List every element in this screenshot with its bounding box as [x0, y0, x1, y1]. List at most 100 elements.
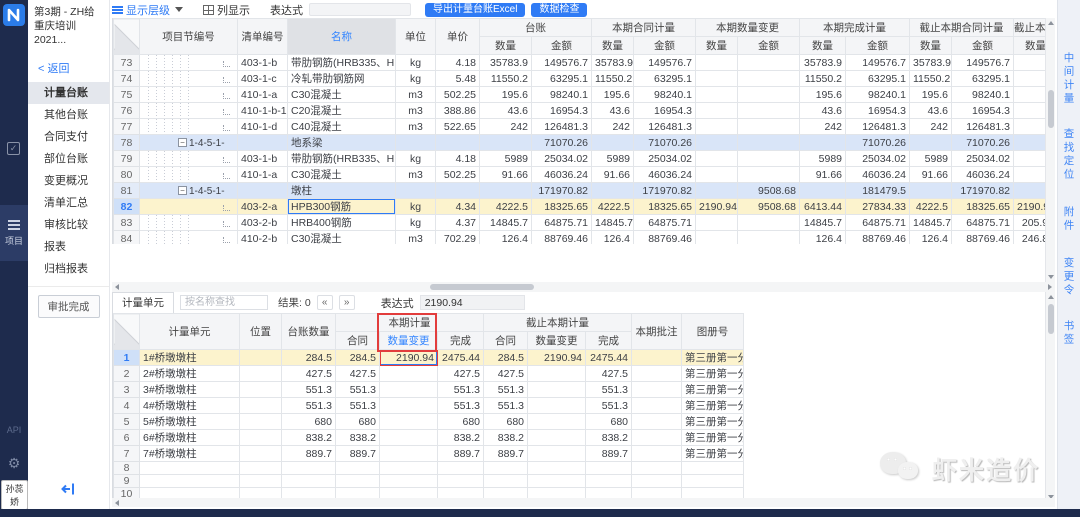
- export-excel-button[interactable]: 导出计量台账Excel: [425, 3, 525, 17]
- value-cell[interactable]: [240, 462, 282, 475]
- row-number[interactable]: 84: [114, 231, 140, 245]
- value-cell[interactable]: 9508.68: [738, 183, 800, 199]
- tree-cell[interactable]: [140, 119, 238, 135]
- tree-cell[interactable]: [140, 231, 238, 245]
- row-number[interactable]: 1: [114, 350, 140, 366]
- unit-name-cell[interactable]: [140, 475, 240, 488]
- unit-horizontal-scrollbar[interactable]: [112, 498, 1055, 507]
- value-cell[interactable]: 246.86: [1014, 231, 1046, 245]
- value-cell[interactable]: [632, 398, 682, 414]
- next-result-button[interactable]: »: [339, 295, 355, 310]
- name-cell[interactable]: C20混凝土: [288, 103, 396, 119]
- value-cell[interactable]: 4222.5: [592, 199, 634, 215]
- tree-cell[interactable]: [140, 87, 238, 103]
- value-cell[interactable]: 88769.46: [532, 231, 592, 245]
- name-cell[interactable]: 冷轧带肋钢筋网: [288, 71, 396, 87]
- value-cell[interactable]: 18325.65: [532, 199, 592, 215]
- code-cell[interactable]: 410-1-d: [238, 119, 288, 135]
- value-cell[interactable]: 680: [282, 414, 336, 430]
- value-cell[interactable]: 889.7: [438, 446, 484, 462]
- code-cell[interactable]: 403-2-a: [238, 199, 288, 215]
- value-cell[interactable]: 551.3: [336, 398, 380, 414]
- value-cell[interactable]: 71070.26: [952, 135, 1014, 151]
- value-cell[interactable]: [696, 183, 738, 199]
- unit-name-cell[interactable]: [140, 462, 240, 475]
- value-cell[interactable]: [528, 398, 586, 414]
- value-cell[interactable]: [910, 183, 952, 199]
- name-cell[interactable]: 带肋钢筋(HRB335、HRB400): [288, 55, 396, 71]
- sidebar-item-1[interactable]: 其他台账: [28, 104, 109, 126]
- value-cell[interactable]: [380, 430, 438, 446]
- value-cell[interactable]: 2475.44: [438, 350, 484, 366]
- unit-cell[interactable]: [396, 135, 436, 151]
- ledger-vertical-scrollbar[interactable]: [1045, 18, 1055, 282]
- value-cell[interactable]: 4.37: [436, 215, 480, 231]
- value-cell[interactable]: 889.7: [282, 446, 336, 462]
- value-cell[interactable]: 149576.7: [952, 55, 1014, 71]
- value-cell[interactable]: 25034.02: [952, 151, 1014, 167]
- value-cell[interactable]: [484, 462, 528, 475]
- row-number[interactable]: 75: [114, 87, 140, 103]
- unit-cell[interactable]: kg: [396, 55, 436, 71]
- value-cell[interactable]: 27834.33: [846, 199, 910, 215]
- tree-cell[interactable]: [140, 167, 238, 183]
- value-cell[interactable]: 16954.3: [846, 103, 910, 119]
- value-cell[interactable]: [696, 215, 738, 231]
- display-level-dropdown[interactable]: 显示层级: [112, 2, 183, 18]
- value-cell[interactable]: [632, 446, 682, 462]
- row-number[interactable]: 78: [114, 135, 140, 151]
- row-number[interactable]: 7: [114, 446, 140, 462]
- unit-cell[interactable]: m3: [396, 231, 436, 245]
- value-cell[interactable]: 43.6: [592, 103, 634, 119]
- value-cell[interactable]: [696, 71, 738, 87]
- value-cell[interactable]: [632, 382, 682, 398]
- row-number[interactable]: 82: [114, 199, 140, 215]
- value-cell[interactable]: 5989: [800, 151, 846, 167]
- value-cell[interactable]: [528, 462, 586, 475]
- value-cell[interactable]: [1014, 71, 1046, 87]
- value-cell[interactable]: 64875.71: [952, 215, 1014, 231]
- value-cell[interactable]: 838.2: [336, 430, 380, 446]
- name-cell[interactable]: HPB300钢筋: [288, 199, 396, 215]
- value-cell[interactable]: [696, 231, 738, 245]
- value-cell[interactable]: 126481.3: [532, 119, 592, 135]
- value-cell[interactable]: 9508.68: [738, 199, 800, 215]
- value-cell[interactable]: 242: [480, 119, 532, 135]
- value-cell[interactable]: 680: [586, 414, 632, 430]
- value-cell[interactable]: 43.6: [480, 103, 532, 119]
- value-cell[interactable]: 98240.1: [952, 87, 1014, 103]
- code-cell[interactable]: [238, 183, 288, 199]
- value-cell[interactable]: 149576.7: [634, 55, 696, 71]
- rightbar-item-2[interactable]: 附件: [1062, 206, 1077, 233]
- value-cell[interactable]: 63295.1: [846, 71, 910, 87]
- value-cell[interactable]: 388.86: [436, 103, 480, 119]
- rail-api-link[interactable]: API: [0, 425, 28, 435]
- value-cell[interactable]: [380, 414, 438, 430]
- value-cell[interactable]: 71070.26: [634, 135, 696, 151]
- value-cell[interactable]: 889.7: [586, 446, 632, 462]
- sidebar-item-2[interactable]: 合同支付: [28, 126, 109, 148]
- username-badge[interactable]: 孙蕊娇: [1, 480, 28, 510]
- value-cell[interactable]: 91.66: [592, 167, 634, 183]
- value-cell[interactable]: 181479.5: [846, 183, 910, 199]
- value-cell[interactable]: 第三册第一分册: [682, 350, 744, 366]
- value-cell[interactable]: [682, 475, 744, 488]
- unit-cell[interactable]: [396, 183, 436, 199]
- tab-measure-unit[interactable]: 计量单元: [112, 292, 174, 314]
- row-number[interactable]: 8: [114, 462, 140, 475]
- tree-cell[interactable]: [140, 151, 238, 167]
- value-cell[interactable]: 18325.65: [634, 199, 696, 215]
- value-cell[interactable]: 63295.1: [634, 71, 696, 87]
- unit-cell[interactable]: m3: [396, 167, 436, 183]
- value-cell[interactable]: [240, 366, 282, 382]
- value-cell[interactable]: 63295.1: [532, 71, 592, 87]
- value-cell[interactable]: [1014, 119, 1046, 135]
- value-cell[interactable]: 11550.2: [800, 71, 846, 87]
- row-number[interactable]: 83: [114, 215, 140, 231]
- value-cell[interactable]: [632, 430, 682, 446]
- code-cell[interactable]: 410-1-b-1: [238, 103, 288, 119]
- value-cell[interactable]: 171970.82: [634, 183, 696, 199]
- unit-name-cell[interactable]: 6#桥墩墩柱: [140, 430, 240, 446]
- value-cell[interactable]: 25034.02: [846, 151, 910, 167]
- value-cell[interactable]: [632, 366, 682, 382]
